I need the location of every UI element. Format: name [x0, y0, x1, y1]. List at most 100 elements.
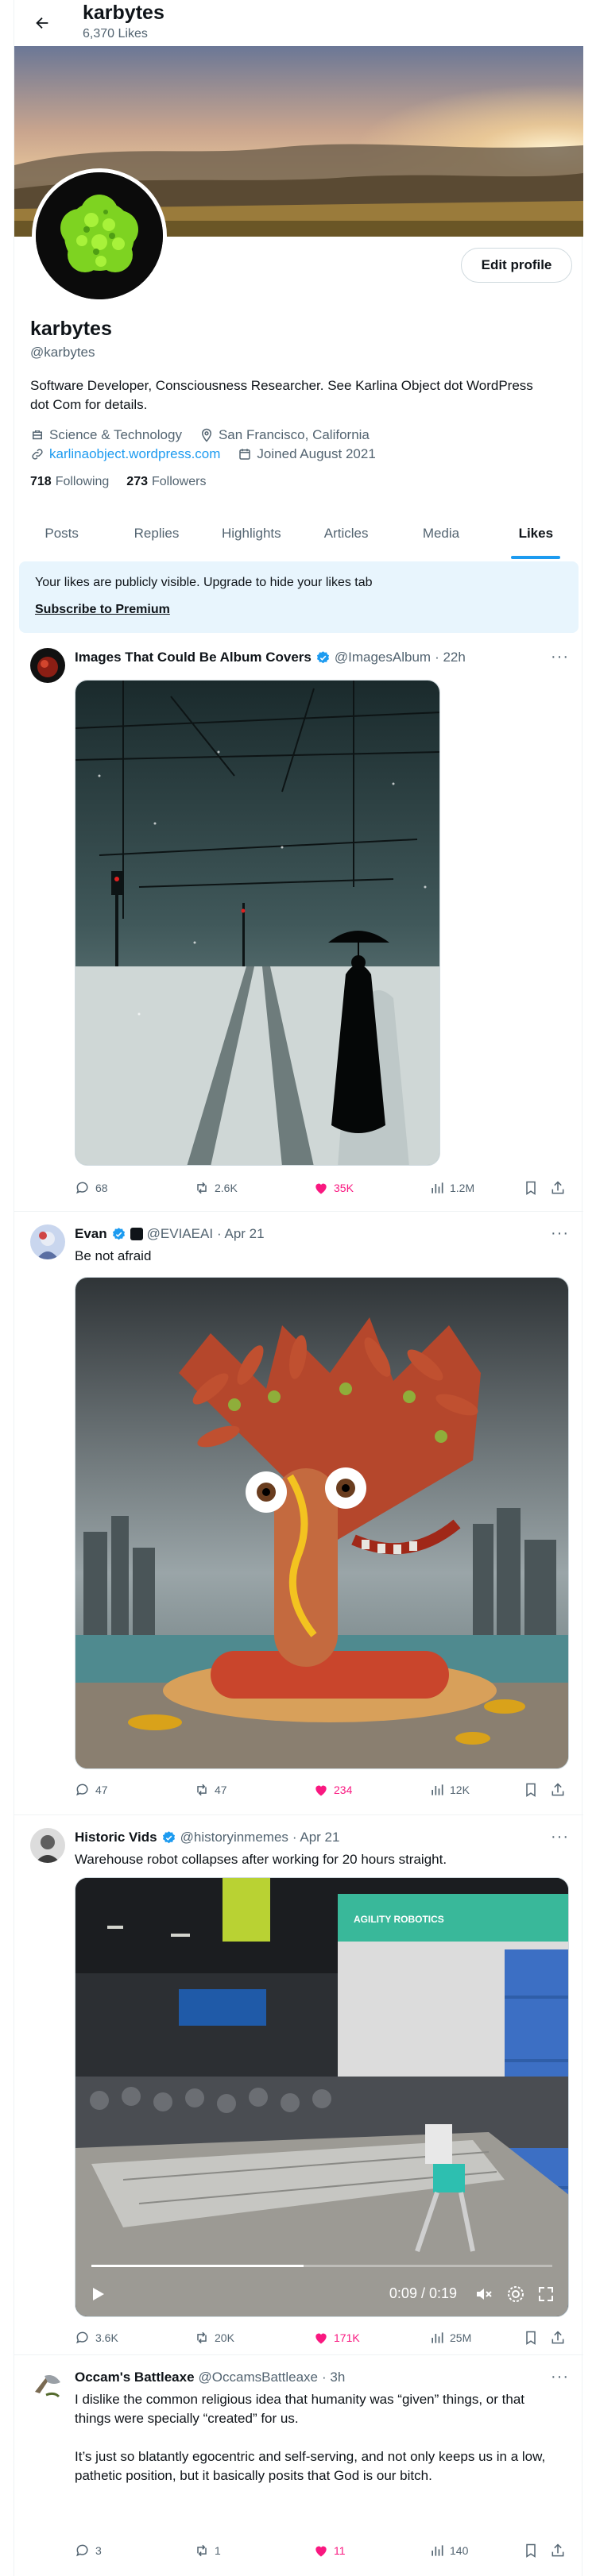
- more-options-icon[interactable]: ···: [551, 1828, 569, 1846]
- post-author-name[interactable]: Images That Could Be Album Covers: [75, 650, 312, 665]
- tab-highlights[interactable]: Highlights: [204, 508, 299, 559]
- repost-button[interactable]: 2.6K: [194, 1180, 238, 1196]
- repost-button[interactable]: 20K: [194, 2330, 234, 2346]
- main-column: karbytes 6,370 Likes Edit profile karbyt…: [14, 0, 583, 2576]
- profile-tabs: Posts Replies Highlights Articles Media …: [14, 508, 583, 559]
- views-button[interactable]: 140: [429, 2543, 468, 2559]
- reply-count: 68: [95, 1182, 108, 1194]
- share-button[interactable]: [550, 2330, 566, 2346]
- more-options-icon[interactable]: ···: [551, 2368, 569, 2386]
- post-author-avatar[interactable]: [30, 2368, 65, 2403]
- back-arrow-icon[interactable]: [30, 11, 54, 35]
- post-author-handle[interactable]: @OccamsBattleaxe: [199, 2370, 318, 2385]
- post-image[interactable]: [75, 680, 440, 1166]
- reply-icon: [76, 1182, 88, 1194]
- bookmark-button[interactable]: [523, 2330, 539, 2346]
- post-author-name[interactable]: Historic Vids: [75, 1830, 157, 1845]
- post-actions: 3 1 11 140: [75, 2543, 567, 2563]
- views-chart-icon: [432, 2545, 443, 2556]
- share-icon: [551, 2331, 564, 2344]
- post-actions: 47 47 234 12K: [75, 1782, 567, 1803]
- repost-count: 2.6K: [215, 1182, 238, 1194]
- tweet-post[interactable]: Evan @EVIAEAI · Apr 21 ··· Be not afraid: [14, 1212, 583, 1815]
- post-author-handle[interactable]: @EVIAEAI: [147, 1226, 213, 1242]
- verified-badge-icon: [316, 650, 329, 663]
- tab-replies[interactable]: Replies: [109, 508, 203, 559]
- profile-avatar[interactable]: [32, 168, 167, 303]
- reply-button[interactable]: 47: [75, 1782, 108, 1798]
- fullscreen-icon[interactable]: [536, 2285, 555, 2304]
- views-button[interactable]: 1.2M: [429, 1180, 474, 1196]
- reply-count: 3.6K: [95, 2331, 118, 2344]
- tweet-post[interactable]: Historic Vids @historyinmemes · Apr 21 ·…: [14, 1815, 583, 2355]
- tab-posts[interactable]: Posts: [14, 508, 109, 559]
- bookmark-button[interactable]: [523, 1180, 539, 1196]
- share-button[interactable]: [550, 2543, 566, 2559]
- edit-profile-button[interactable]: Edit profile: [461, 248, 572, 283]
- bookmark-button[interactable]: [523, 2543, 539, 2559]
- reply-button[interactable]: 3.6K: [75, 2330, 118, 2346]
- heart-filled-icon: [315, 1785, 327, 1796]
- video-controls: 0:09 / 0:19: [75, 2269, 568, 2316]
- mute-icon[interactable]: [474, 2285, 493, 2304]
- post-author-name[interactable]: Occam's Battleaxe: [75, 2370, 195, 2385]
- tweet-post[interactable]: Occam's Battleaxe @OccamsBattleaxe · 3h …: [14, 2355, 583, 2576]
- reply-button[interactable]: 68: [75, 1180, 108, 1196]
- tab-articles[interactable]: Articles: [299, 508, 393, 559]
- more-options-icon[interactable]: ···: [551, 648, 569, 666]
- post-timestamp[interactable]: · Apr 21: [217, 1226, 265, 1242]
- repost-count: 20K: [215, 2331, 234, 2344]
- post-text: Warehouse robot collapses after working …: [75, 1852, 447, 1867]
- reply-icon: [76, 2331, 88, 2344]
- post-author-handle[interactable]: @ImagesAlbum: [335, 650, 431, 665]
- followers-link[interactable]: 273 Followers: [126, 475, 206, 489]
- like-button[interactable]: 234: [313, 1782, 352, 1798]
- profile-joined: Joined August 2021: [257, 446, 376, 461]
- bookmark-button[interactable]: [523, 1782, 539, 1798]
- post-author-avatar[interactable]: [30, 648, 65, 683]
- play-icon[interactable]: [88, 2285, 107, 2304]
- reply-button[interactable]: 3: [75, 2543, 102, 2559]
- repost-count: 47: [215, 1784, 227, 1796]
- likes-visibility-notice: Your likes are publicly visible. Upgrade…: [19, 561, 579, 633]
- share-button[interactable]: [550, 1180, 566, 1196]
- tab-likes[interactable]: Likes: [489, 508, 583, 559]
- subscribe-premium-link[interactable]: Subscribe to Premium: [35, 603, 170, 617]
- profile-name: karbytes: [30, 318, 112, 340]
- repost-button[interactable]: 1: [194, 2543, 221, 2559]
- post-author-avatar[interactable]: [30, 1828, 65, 1863]
- settings-gear-icon[interactable]: [506, 2285, 525, 2304]
- post-timestamp[interactable]: · Apr 21: [292, 1830, 340, 1845]
- booth-sign-text: AGILITY ROBOTICS: [354, 1914, 444, 1925]
- profile-meta-row-1: Science & Technology San Francisco, Cali…: [30, 427, 381, 443]
- heart-filled-icon: [315, 2546, 327, 2557]
- more-options-icon[interactable]: ···: [551, 1224, 569, 1243]
- post-actions: 68 2.6K 35K 1.2M: [75, 1180, 567, 1201]
- profile-location: San Francisco, California: [218, 427, 370, 442]
- post-text: Be not afraid: [75, 1248, 152, 1263]
- profile-website-link[interactable]: karlinaobject.wordpress.com: [49, 446, 220, 462]
- share-button[interactable]: [550, 1782, 566, 1798]
- tab-media[interactable]: Media: [393, 508, 488, 559]
- tweet-post[interactable]: Images That Could Be Album Covers @Image…: [14, 635, 583, 1212]
- views-chart-icon: [432, 1784, 443, 1795]
- view-count: 25M: [450, 2331, 472, 2344]
- post-author-avatar[interactable]: [30, 1224, 65, 1259]
- video-time: 0:09 / 0:19: [389, 2285, 457, 2301]
- repost-button[interactable]: 47: [194, 1782, 227, 1798]
- like-button[interactable]: 11: [313, 2543, 346, 2559]
- post-author-name[interactable]: Evan: [75, 1226, 107, 1242]
- like-button[interactable]: 171K: [313, 2330, 360, 2346]
- post-author-handle[interactable]: @historyinmemes: [180, 1830, 288, 1845]
- views-button[interactable]: 12K: [429, 1782, 470, 1798]
- following-link[interactable]: 718 Following: [30, 475, 109, 489]
- video-progress-bar[interactable]: [91, 2265, 552, 2267]
- views-button[interactable]: 25M: [429, 2330, 471, 2346]
- post-video[interactable]: AGILITY ROBOTICS 0:09 / 0:19: [75, 1877, 569, 2317]
- post-image[interactable]: [75, 1277, 569, 1769]
- heart-filled-icon: [315, 1183, 327, 1194]
- notice-text: Your likes are publicly visible. Upgrade…: [35, 576, 373, 589]
- post-timestamp[interactable]: · 22h: [435, 650, 466, 665]
- post-timestamp[interactable]: · 3h: [322, 2370, 345, 2385]
- like-button[interactable]: 35K: [313, 1180, 354, 1196]
